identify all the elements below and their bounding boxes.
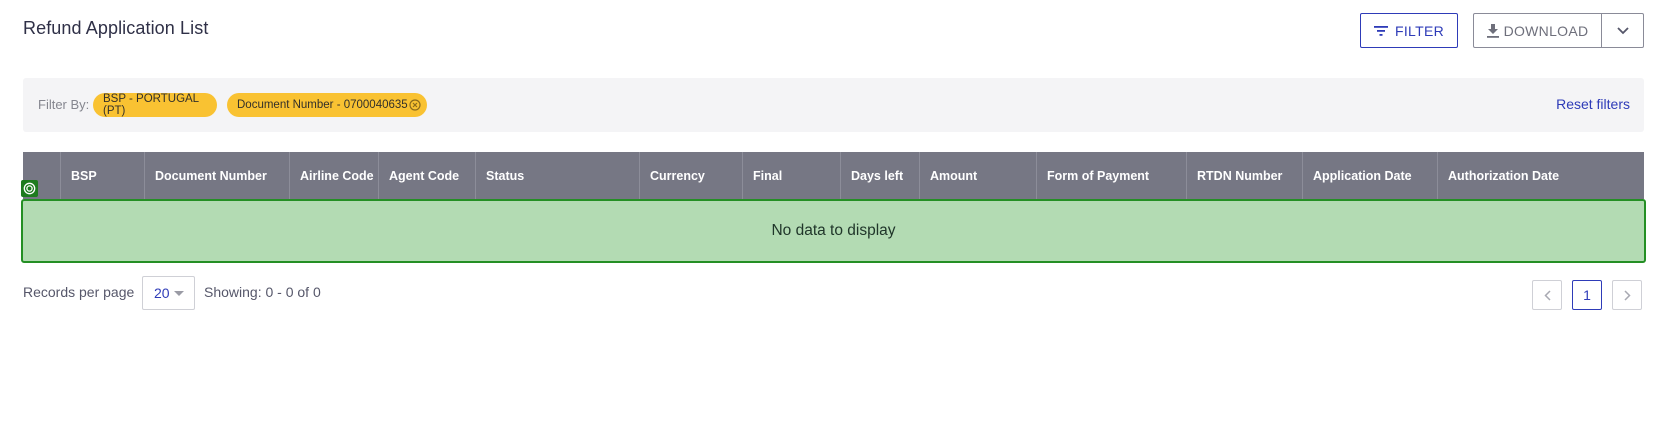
page-title: Refund Application List [23, 18, 209, 38]
filter-button[interactable]: FILTER [1360, 13, 1458, 48]
chevron-left-icon [1543, 289, 1551, 301]
column-header-application-date[interactable]: Application Date [1302, 152, 1437, 199]
download-button[interactable]: DOWNLOAD [1473, 13, 1602, 48]
column-header-final[interactable]: Final [742, 152, 840, 199]
table-header: BSP Document Number Airline Code Agent C… [23, 152, 1644, 199]
records-per-page-select[interactable]: 20 [142, 276, 195, 310]
filter-chip-document-number[interactable]: Document Number - 0700040635 [227, 93, 427, 117]
column-header-agent-code[interactable]: Agent Code [378, 152, 475, 199]
empty-table-message: No data to display [21, 199, 1646, 263]
filter-chip-document-number-label: Document Number - 0700040635 [237, 99, 408, 111]
filter-chip-bsp[interactable]: BSP - PORTUGAL (PT) [93, 93, 217, 117]
chevron-right-icon [1623, 289, 1631, 301]
column-header-days-left[interactable]: Days left [840, 152, 919, 199]
column-header-rtdn-number[interactable]: RTDN Number [1186, 152, 1302, 199]
page-number-label: 1 [1583, 287, 1591, 303]
showing-count: Showing: 0 - 0 of 0 [204, 284, 321, 300]
close-circle-icon[interactable] [409, 99, 421, 111]
page-number-button[interactable]: 1 [1572, 280, 1602, 310]
reset-filters-link[interactable]: Reset filters [1556, 96, 1630, 112]
column-header-airline-code[interactable]: Airline Code [289, 152, 378, 199]
previous-page-button[interactable] [1532, 280, 1562, 310]
column-header-amount[interactable]: Amount [919, 152, 1036, 199]
filter-lines-icon [1374, 25, 1388, 36]
download-button-label: DOWNLOAD [1503, 22, 1589, 39]
chevron-down-icon [1616, 26, 1629, 34]
target-icon [21, 180, 38, 197]
column-header-document-number[interactable]: Document Number [144, 152, 289, 199]
filter-by-label: Filter By: [38, 97, 90, 112]
caret-down-icon [174, 291, 184, 296]
next-page-button[interactable] [1612, 280, 1642, 310]
column-header-form-of-payment[interactable]: Form of Payment [1036, 152, 1186, 199]
records-per-page-label: Records per page [23, 284, 135, 300]
records-per-page-value: 20 [154, 285, 170, 301]
column-header-authorization-date[interactable]: Authorization Date [1437, 152, 1644, 199]
download-icon [1486, 23, 1499, 38]
filter-bar: Filter By: BSP - PORTUGAL (PT) Document … [23, 78, 1644, 132]
column-header-status[interactable]: Status [475, 152, 639, 199]
column-header-bsp[interactable]: BSP [60, 152, 144, 199]
download-options-button[interactable] [1601, 13, 1644, 48]
filter-chip-bsp-label: BSP - PORTUGAL (PT) [103, 93, 199, 117]
column-header-currency[interactable]: Currency [639, 152, 742, 199]
empty-table-message-text: No data to display [771, 222, 896, 239]
filter-button-label: FILTER [1395, 22, 1444, 39]
